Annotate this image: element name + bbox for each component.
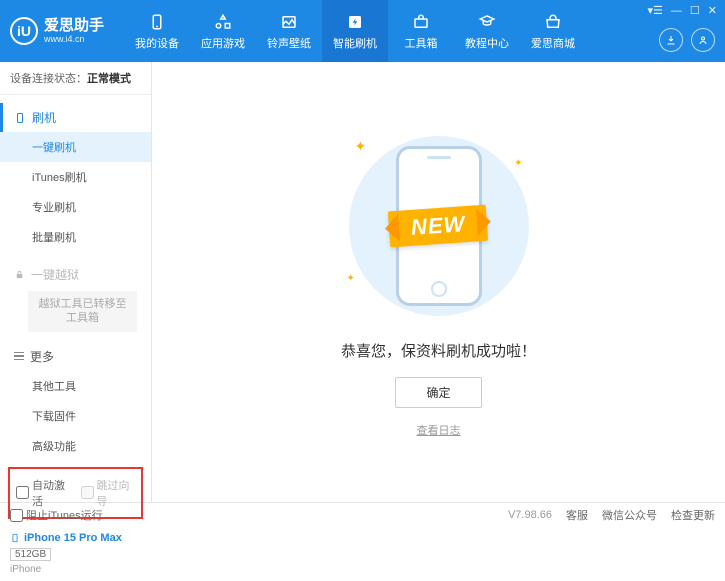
footer-link-check-update[interactable]: 检查更新 xyxy=(671,507,715,523)
logo-icon: iU xyxy=(10,17,38,45)
device-storage: 512GB xyxy=(10,548,51,561)
footer-link-support[interactable]: 客服 xyxy=(566,507,588,523)
sidebar-item-pro-flash[interactable]: 专业刷机 xyxy=(0,192,151,222)
device-icon xyxy=(147,12,167,32)
sidebar-item-jailbreak-moved: 越狱工具已转移至工具箱 xyxy=(28,291,137,332)
success-illustration: ✦ ✦ ✦ NEW xyxy=(319,126,559,326)
nav-store[interactable]: 爱思商城 xyxy=(520,0,586,62)
close-icon[interactable]: ✕ xyxy=(708,4,717,17)
checkbox-skip-guide[interactable]: 跳过向导 xyxy=(81,477,136,509)
connection-status: 设备连接状态：正常模式 xyxy=(0,62,151,95)
sidebar-item-other-tools[interactable]: 其他工具 xyxy=(0,371,151,401)
store-icon xyxy=(543,12,563,32)
checkbox-auto-activate[interactable]: 自动激活 xyxy=(16,477,71,509)
success-message: 恭喜您，保资料刷机成功啦！ xyxy=(341,340,536,361)
sidebar-item-oneclick-flash[interactable]: 一键刷机 xyxy=(0,132,151,162)
app-subtitle: www.i4.cn xyxy=(44,34,104,44)
app-header: ▾☰ — ☐ ✕ iU 爱思助手 www.i4.cn 我的设备 应用游戏 铃声壁… xyxy=(0,0,725,62)
flash-icon xyxy=(345,12,365,32)
phone-icon xyxy=(14,112,26,124)
menu-icon[interactable]: ▾☰ xyxy=(648,4,663,17)
checkbox-block-itunes[interactable]: 阻止iTunes运行 xyxy=(10,507,103,523)
logo: iU 爱思助手 www.i4.cn xyxy=(10,17,104,45)
view-log-link[interactable]: 查看日志 xyxy=(417,422,461,438)
lock-icon xyxy=(14,269,25,280)
sidebar-item-itunes-flash[interactable]: iTunes刷机 xyxy=(0,162,151,192)
nav-ringtone-wallpaper[interactable]: 铃声壁纸 xyxy=(256,0,322,62)
device-info: iPhone 15 Pro Max 512GB iPhone xyxy=(0,525,151,581)
nav-tutorials[interactable]: 教程中心 xyxy=(454,0,520,62)
version-label: V7.98.66 xyxy=(508,509,552,521)
sidebar-item-download-firmware[interactable]: 下载固件 xyxy=(0,401,151,431)
new-ribbon: NEW xyxy=(388,205,489,248)
nav-apps-games[interactable]: 应用游戏 xyxy=(190,0,256,62)
body: 设备连接状态：正常模式 刷机 一键刷机 iTunes刷机 专业刷机 批量刷机 一… xyxy=(0,62,725,502)
app-title: 爱思助手 xyxy=(44,18,104,35)
sidebar-item-batch-flash[interactable]: 批量刷机 xyxy=(0,222,151,252)
device-name[interactable]: iPhone 15 Pro Max xyxy=(10,531,141,545)
top-nav: 我的设备 应用游戏 铃声壁纸 智能刷机 工具箱 教程中心 爱思商城 xyxy=(124,0,586,62)
phone-small-icon xyxy=(10,531,20,545)
nav-smart-flash[interactable]: 智能刷机 xyxy=(322,0,388,62)
hamburger-icon xyxy=(14,352,24,361)
sidebar-section-flash[interactable]: 刷机 xyxy=(0,103,151,132)
nav-toolbox[interactable]: 工具箱 xyxy=(388,0,454,62)
sidebar-item-advanced[interactable]: 高级功能 xyxy=(0,431,151,461)
sidebar-section-jailbreak: 一键越狱 xyxy=(0,260,151,289)
nav-my-device[interactable]: 我的设备 xyxy=(124,0,190,62)
main-content: ✦ ✦ ✦ NEW 恭喜您，保资料刷机成功啦！ 确定 查看日志 xyxy=(152,62,725,502)
toolbox-icon xyxy=(411,12,431,32)
window-controls: ▾☰ — ☐ ✕ xyxy=(648,4,717,17)
apps-icon xyxy=(213,12,233,32)
sidebar-section-more[interactable]: 更多 xyxy=(0,342,151,371)
minimize-icon[interactable]: — xyxy=(671,5,682,17)
wallpaper-icon xyxy=(279,12,299,32)
sparkle-icon: ✦ xyxy=(355,138,367,155)
sparkle-icon: ✦ xyxy=(514,158,522,169)
header-actions xyxy=(659,28,715,52)
sidebar: 设备连接状态：正常模式 刷机 一键刷机 iTunes刷机 专业刷机 批量刷机 一… xyxy=(0,62,152,502)
maximize-icon[interactable]: ☐ xyxy=(690,4,700,17)
tutorial-icon xyxy=(477,12,497,32)
sparkle-icon: ✦ xyxy=(347,273,355,284)
download-icon[interactable] xyxy=(659,28,683,52)
device-type: iPhone xyxy=(10,564,141,575)
ok-button[interactable]: 确定 xyxy=(395,377,481,408)
user-icon[interactable] xyxy=(691,28,715,52)
footer-link-wechat[interactable]: 微信公众号 xyxy=(602,507,657,523)
